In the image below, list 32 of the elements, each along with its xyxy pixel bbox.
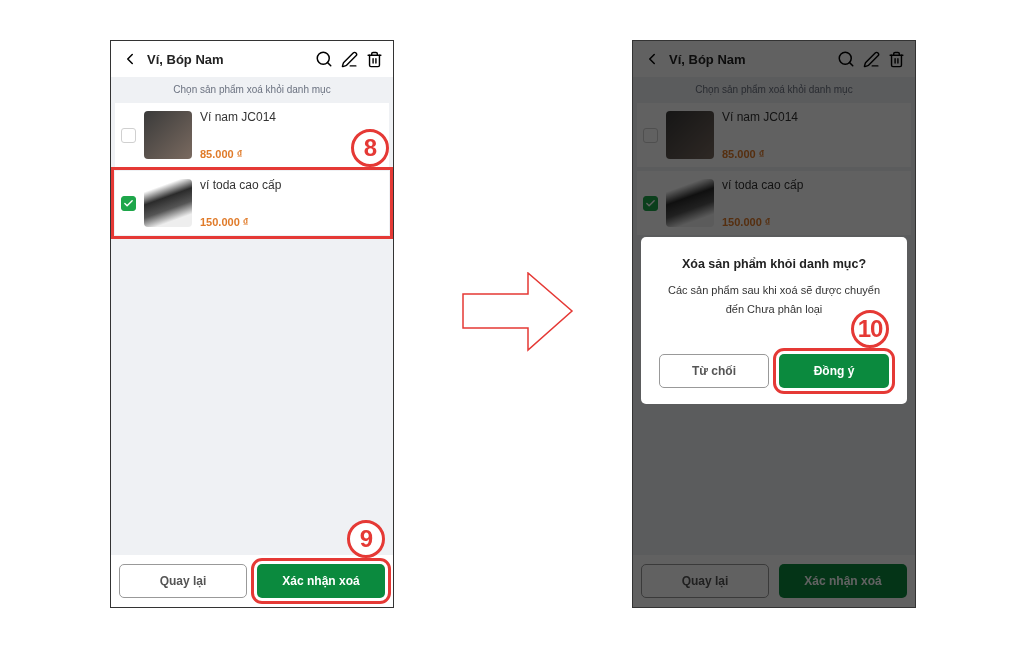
product-name: Ví nam JC014 bbox=[200, 110, 278, 124]
category-title: Ví, Bóp Nam bbox=[669, 51, 747, 67]
product-price: 150.000 ₫ bbox=[722, 216, 772, 228]
back-button[interactable]: Quay lại bbox=[119, 564, 247, 598]
checkbox[interactable] bbox=[643, 195, 658, 211]
dialog-title: Xóa sản phẩm khỏi danh mục? bbox=[681, 257, 867, 271]
photo-placeholder bbox=[666, 111, 714, 159]
search-icon[interactable] bbox=[315, 50, 333, 68]
category-title: Ví, Bóp Nam bbox=[147, 51, 225, 67]
back-button[interactable]: Quay lại bbox=[641, 564, 769, 598]
step-number-badge: 10 bbox=[851, 310, 889, 349]
product-price: 85.000 ₫ bbox=[200, 148, 244, 160]
back-button[interactable]: Từ chối bbox=[659, 354, 769, 389]
photo-placeholder bbox=[666, 179, 714, 227]
product-row[interactable]: Ví nam JC014 85.000 ₫ bbox=[637, 103, 911, 167]
product-name: ví toda cao cấp bbox=[722, 178, 805, 192]
confirm-button[interactable]: Xác nhận xoá bbox=[779, 564, 907, 598]
photo-placeholder bbox=[144, 179, 192, 227]
product-row[interactable]: ví toda cao cấp 150.000 ₫ bbox=[637, 171, 911, 235]
product-price: 150.000 ₫ bbox=[200, 216, 250, 228]
checkbox[interactable] bbox=[121, 195, 136, 211]
pencil-icon[interactable] bbox=[341, 50, 358, 68]
check-icon bbox=[645, 197, 656, 209]
checkbox[interactable] bbox=[121, 127, 136, 143]
photo-placeholder bbox=[144, 111, 192, 159]
instruction-text: Chọn sản phẩm xoá khỏi danh mục bbox=[172, 83, 332, 97]
product-name: Ví nam JC014 bbox=[722, 110, 800, 124]
trash-icon[interactable] bbox=[366, 50, 383, 68]
product-name: ví toda cao cấp bbox=[200, 178, 283, 192]
product-price: 85.000 ₫ bbox=[722, 148, 766, 160]
step-number-badge: 9 bbox=[347, 520, 385, 558]
check-icon bbox=[123, 197, 134, 209]
